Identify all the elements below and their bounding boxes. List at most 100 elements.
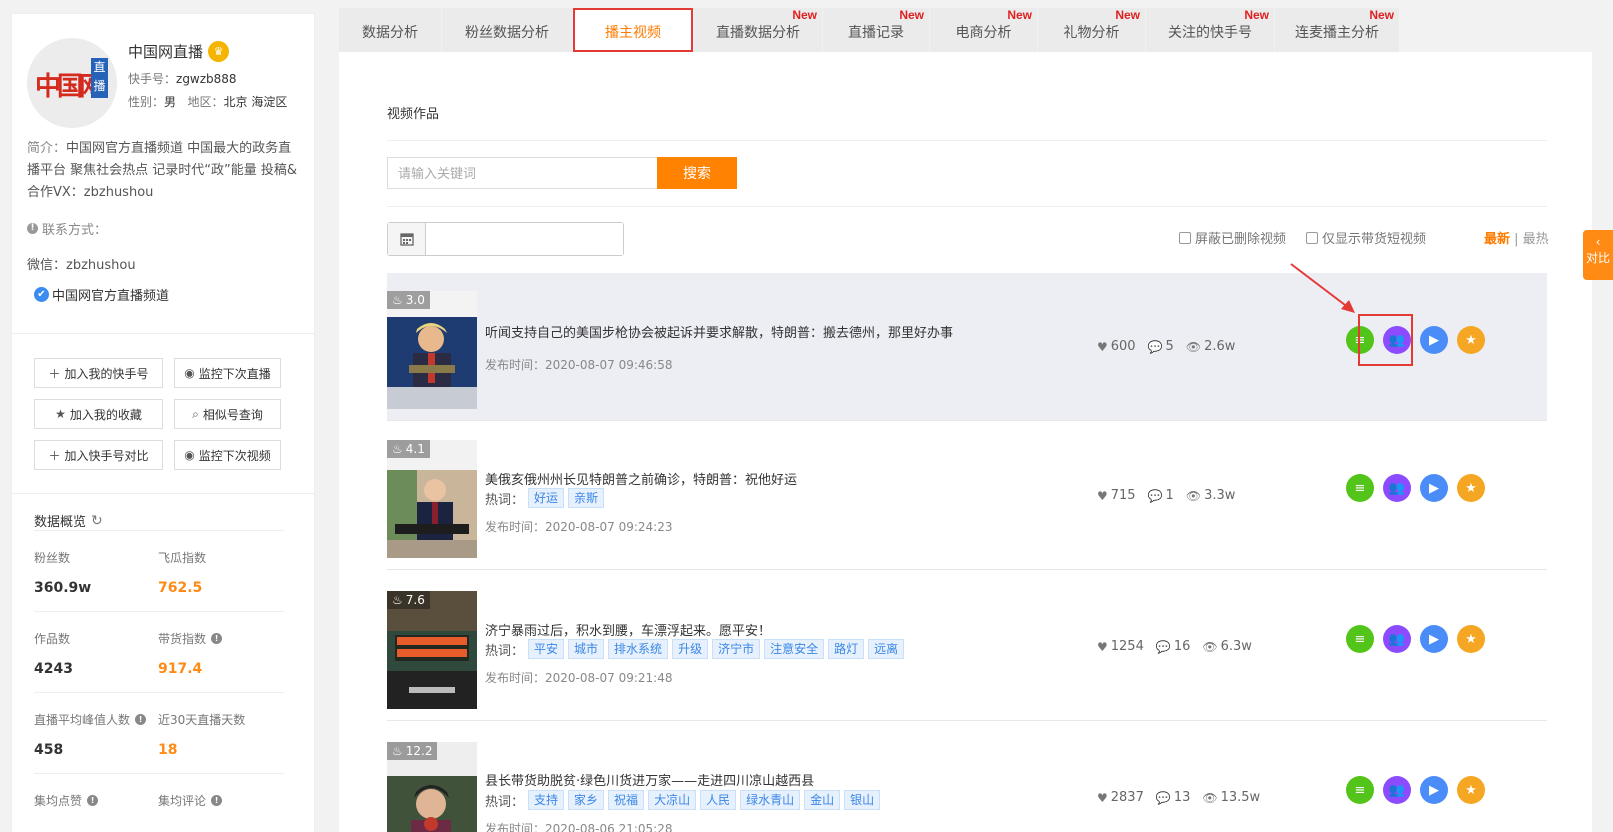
- help-icon[interactable]: !: [211, 633, 223, 644]
- search-input[interactable]: [387, 157, 657, 189]
- info-icon: !: [27, 223, 38, 234]
- add-compare-button[interactable]: ＋加入快手号对比: [34, 440, 163, 470]
- hot-word-tag[interactable]: 路灯: [828, 639, 865, 659]
- comments-count: 1: [1165, 488, 1174, 503]
- help-icon[interactable]: !: [135, 714, 147, 725]
- video-title[interactable]: 济宁暴雨过后，积水到腰，车漂浮起来。愿平安！: [485, 620, 771, 639]
- hot-word-tag[interactable]: 祝福: [608, 790, 645, 810]
- hot-words-label: 热词：: [485, 492, 525, 508]
- video-thumbnail[interactable]: ♨ 4.1: [387, 440, 477, 558]
- hot-word-tag[interactable]: 人民: [700, 790, 737, 810]
- video-thumbnail[interactable]: ♨ 7.6: [387, 591, 477, 709]
- detail-button[interactable]: ≡: [1346, 625, 1374, 653]
- detail-button[interactable]: ≡: [1346, 776, 1374, 804]
- tab-ecommerce[interactable]: 电商分析 New: [930, 8, 1037, 52]
- sales-stat: 带货指数! 917.4: [158, 630, 223, 677]
- monitor-video-button[interactable]: ◉ 监控下次视频: [174, 440, 281, 470]
- feigua-label: 飞瓜指数: [158, 551, 207, 565]
- fire-icon: ♨: [392, 593, 403, 607]
- monitor-live-button[interactable]: ◉ 监控下次直播: [174, 358, 281, 388]
- audience-button[interactable]: 👥: [1383, 474, 1411, 502]
- region-value: 北京 海淀区: [223, 95, 288, 109]
- bio-text: 中国网官方直播频道 中国最大的政务直播平台 聚焦社会热点 记录时代“政”能量 投…: [27, 141, 298, 200]
- play-button[interactable]: ▶: [1420, 625, 1448, 653]
- hot-word-tag[interactable]: 支持: [528, 790, 565, 810]
- favorite-button[interactable]: ★: [1457, 326, 1485, 354]
- chevron-left-icon: ‹: [1595, 235, 1601, 249]
- add-kuaishou-button[interactable]: ＋加入我的快手号: [34, 358, 163, 388]
- hot-word-tag[interactable]: 城市: [568, 639, 605, 659]
- tab-live-analysis[interactable]: 直播数据分析 New: [694, 8, 822, 52]
- play-button[interactable]: ▶: [1420, 326, 1448, 354]
- gender-label: 性别：: [128, 95, 165, 109]
- heat-value: 7.6: [405, 593, 425, 607]
- likes-count: 1254: [1110, 639, 1144, 654]
- play-icon: ▶: [1429, 631, 1439, 647]
- list-icon: ≡: [1354, 480, 1366, 496]
- hot-word-tag[interactable]: 大凉山: [648, 790, 697, 810]
- detail-button[interactable]: ≡: [1346, 474, 1374, 502]
- filter-deleted[interactable]: 屏蔽已删除视频: [1179, 228, 1286, 247]
- hot-word-tag[interactable]: 济宁市: [712, 639, 761, 659]
- video-row[interactable]: ♨ 7.6 济宁暴雨过后，积水到腰，车漂浮起来。愿平安！ 热词： 平安 城市 排水…: [387, 573, 1547, 721]
- checkbox[interactable]: [1306, 231, 1318, 244]
- heart-icon: ♥: [1097, 488, 1108, 503]
- help-icon[interactable]: !: [211, 795, 223, 806]
- sort-latest[interactable]: 最新: [1484, 232, 1510, 247]
- tab-anchor-videos[interactable]: 播主视频: [573, 8, 693, 52]
- tab-fans-analysis[interactable]: 粉丝数据分析: [442, 8, 572, 52]
- hot-word-tag[interactable]: 绿水青山: [740, 790, 801, 810]
- compare-side-tab[interactable]: ‹ 对比: [1583, 230, 1613, 280]
- contact-label: 联系方式：: [42, 223, 108, 238]
- verified-check-icon: ✔: [34, 287, 49, 302]
- video-thumbnail[interactable]: ♨ 3.0: [387, 291, 477, 409]
- refresh-icon[interactable]: ↻: [91, 513, 103, 529]
- video-title[interactable]: 县长带货助脱贫·绿色川货进万家——走进四川凉山越西县: [485, 770, 814, 789]
- tab-data-analysis[interactable]: 数据分析: [339, 8, 441, 52]
- favorite-button[interactable]: ★: [1457, 776, 1485, 804]
- video-thumbnail[interactable]: ♨ 12.2: [387, 742, 477, 832]
- sort-hot[interactable]: 最热: [1523, 232, 1549, 247]
- hot-word-tag[interactable]: 好运: [528, 488, 565, 508]
- video-row[interactable]: ♨ 12.2 县长带货助脱贫·绿色川货进万家——走进四川凉山越西县 热词： 支持 …: [387, 724, 1547, 832]
- audience-button[interactable]: 👥: [1383, 625, 1411, 653]
- heart-icon: ♥: [1097, 339, 1108, 354]
- hot-word-tag[interactable]: 注意安全: [764, 639, 825, 659]
- comments-count: 5: [1165, 339, 1174, 354]
- tab-gifts[interactable]: 礼物分析 New: [1038, 8, 1145, 52]
- favorite-button[interactable]: ★: [1457, 474, 1485, 502]
- sales-label-row: 带货指数!: [158, 630, 223, 647]
- hot-word-tag[interactable]: 亲斯: [568, 488, 605, 508]
- help-icon[interactable]: !: [87, 795, 99, 806]
- tab-lianmai[interactable]: 连麦播主分析 New: [1275, 8, 1399, 52]
- avg-comment-label: 集均评论: [158, 794, 207, 808]
- tab-live-records[interactable]: 直播记录 New: [823, 8, 929, 52]
- video-title[interactable]: 听闻支持自己的美国步枪协会被起诉并要求解散，特朗普：搬去德州，那里好办事: [485, 322, 953, 341]
- likes-count: 715: [1110, 488, 1136, 503]
- works-value: 4243: [34, 661, 73, 677]
- play-button[interactable]: ▶: [1420, 776, 1448, 804]
- audience-button[interactable]: 👥: [1383, 776, 1411, 804]
- hot-word-tag[interactable]: 家乡: [568, 790, 605, 810]
- play-button[interactable]: ▶: [1420, 474, 1448, 502]
- avg-like-stat: 集均点赞!: [34, 792, 99, 809]
- tab-following[interactable]: 关注的快手号 New: [1146, 8, 1274, 52]
- calendar-icon[interactable]: [388, 223, 426, 255]
- hot-word-tag[interactable]: 平安: [528, 639, 565, 659]
- hot-word-tag[interactable]: 金山: [804, 790, 841, 810]
- hot-word-tag[interactable]: 升级: [672, 639, 709, 659]
- search-button[interactable]: 搜索: [657, 157, 737, 189]
- favorite-button[interactable]: ★: [1457, 625, 1485, 653]
- date-input[interactable]: [426, 223, 623, 255]
- video-row[interactable]: ♨ 4.1 美俄亥俄州州长见特朗普之前确诊，特朗普：祝他好运 热词： 好运 亲斯 …: [387, 422, 1547, 570]
- checkbox[interactable]: [1179, 231, 1191, 244]
- video-title[interactable]: 美俄亥俄州州长见特朗普之前确诊，特朗普：祝他好运: [485, 469, 797, 488]
- add-favorite-button[interactable]: ★ 加入我的收藏: [34, 399, 163, 429]
- similar-search-button[interactable]: ⌕ 相似号查询: [174, 399, 281, 429]
- date-picker[interactable]: [387, 222, 624, 256]
- filter-goods[interactable]: 仅显示带货短视频: [1306, 228, 1426, 247]
- hot-word-tag[interactable]: 排水系统: [608, 639, 669, 659]
- compare-side-label: 对比: [1585, 251, 1610, 265]
- hot-word-tag[interactable]: 远离: [868, 639, 905, 659]
- hot-word-tag[interactable]: 银山: [844, 790, 881, 810]
